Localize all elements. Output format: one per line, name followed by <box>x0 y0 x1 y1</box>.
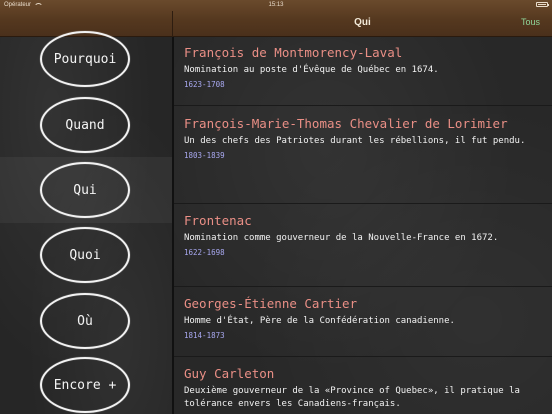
person-description: Nomination au poste d'Évêque de Québec e… <box>184 65 439 75</box>
sidebar-item-label: Où <box>77 313 93 329</box>
sidebar-item-quoi[interactable]: Quoi <box>40 227 130 283</box>
person-dates: 1623-1708 <box>184 80 225 89</box>
person-dates: 1803-1839 <box>184 151 225 160</box>
sidebar-item-label: Qui <box>73 182 97 198</box>
row-separator <box>174 105 552 106</box>
sidebar-item-label: Encore + <box>53 377 117 393</box>
person-name: François de Montmorency-Laval <box>184 45 403 60</box>
person-name: Guy Carleton <box>184 366 275 381</box>
row-separator <box>174 286 552 287</box>
person-description: Un des chefs des Patriotes durant les ré… <box>184 136 526 146</box>
list-item[interactable]: François de Montmorency-Laval Nomination… <box>174 44 552 90</box>
page-title: Qui <box>354 17 371 28</box>
show-all-button[interactable]: Tous <box>521 17 540 27</box>
person-list: François de Montmorency-Laval Nomination… <box>174 37 552 414</box>
battery-icon <box>536 2 549 7</box>
row-separator <box>174 203 552 204</box>
list-item[interactable]: Guy Carleton Deuxième gouverneur de la «… <box>174 365 552 411</box>
person-description: Deuxième gouverneur de la «Province of Q… <box>184 386 520 409</box>
list-item[interactable]: Frontenac Nomination comme gouverneur de… <box>174 212 552 258</box>
status-bar: Opérateur 15:13 <box>0 0 552 11</box>
person-description: Nomination comme gouverneur de la Nouvel… <box>184 233 499 243</box>
sidebar: Pourquoi Quand Qui Quoi Où Encore + <box>0 31 172 414</box>
person-dates: 1814-1873 <box>184 331 225 340</box>
list-item[interactable]: François-Marie-Thomas Chevalier de Lorim… <box>174 115 552 161</box>
sidebar-item-label: Pourquoi <box>53 51 117 67</box>
person-description: Homme d'État, Père de la Confédération c… <box>184 316 455 326</box>
sidebar-item-encore[interactable]: Encore + <box>40 357 130 413</box>
sidebar-item-quand[interactable]: Quand <box>40 97 130 153</box>
person-name: Frontenac <box>184 213 252 228</box>
sidebar-item-label: Quand <box>65 117 105 133</box>
sidebar-item-ou[interactable]: Où <box>40 293 130 349</box>
sidebar-item-label: Quoi <box>69 247 101 263</box>
person-name: François-Marie-Thomas Chevalier de Lorim… <box>184 116 508 131</box>
sidebar-item-pourquoi[interactable]: Pourquoi <box>40 31 130 87</box>
list-item[interactable]: Georges-Étienne Cartier Homme d'État, Pè… <box>174 295 552 341</box>
person-name: Georges-Étienne Cartier <box>184 296 358 311</box>
row-separator <box>174 356 552 357</box>
status-time: 15:13 <box>268 2 284 8</box>
person-dates: 1622-1698 <box>184 248 225 257</box>
status-right <box>536 2 549 7</box>
sidebar-item-qui[interactable]: Qui <box>40 162 130 218</box>
